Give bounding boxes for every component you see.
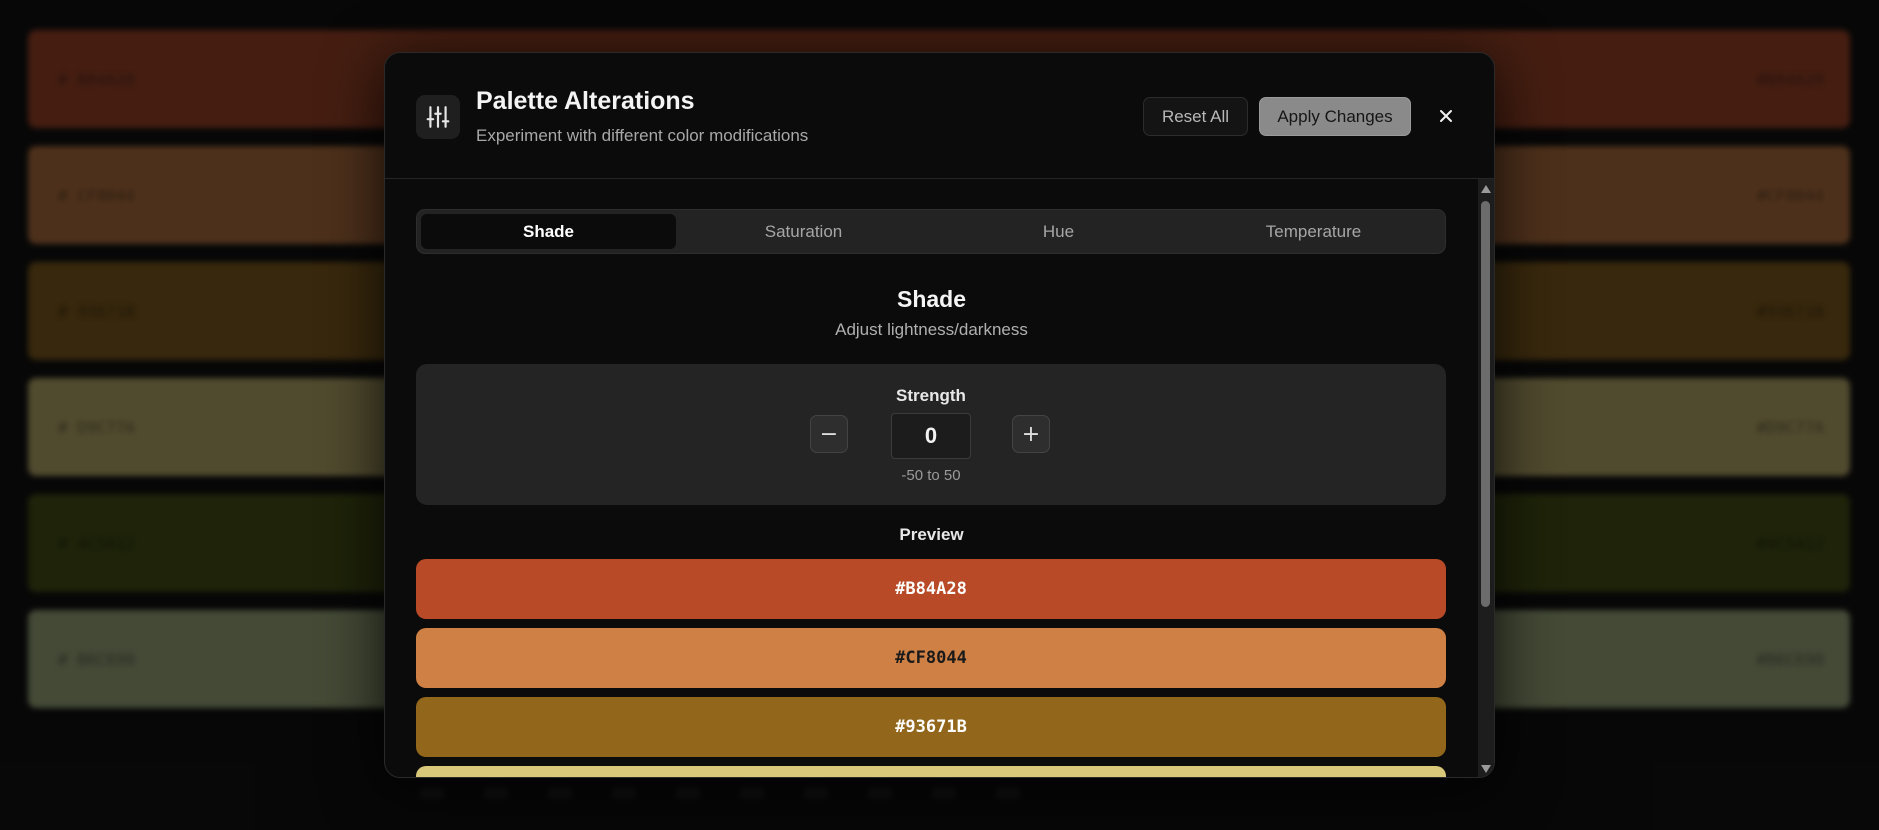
strength-range-hint: -50 to 50 [901, 467, 961, 484]
scrollbar-thumb[interactable] [1481, 201, 1490, 607]
decrease-strength-button[interactable]: − [810, 415, 848, 453]
dialog-scrollbar[interactable] [1478, 179, 1494, 777]
sliders-icon [416, 95, 460, 139]
dialog-body: Shade Saturation Hue Temperature Shade A… [385, 179, 1494, 777]
alteration-tabs: Shade Saturation Hue Temperature [416, 209, 1446, 254]
tab-hue[interactable]: Hue [931, 214, 1186, 249]
scroll-down-arrow-icon[interactable] [1481, 765, 1491, 773]
dialog-header: Palette Alterations Experiment with diff… [385, 53, 1494, 179]
dialog-title: Palette Alterations [476, 87, 695, 115]
preview-swatch[interactable]: #93671B [416, 697, 1446, 757]
tab-shade[interactable]: Shade [421, 214, 676, 249]
swatch-hex-label: #CF8044 [895, 648, 967, 668]
close-button[interactable] [1429, 99, 1463, 133]
preview-title: Preview [899, 525, 964, 544]
tab-temperature[interactable]: Temperature [1186, 214, 1441, 249]
plus-icon: + [1021, 421, 1041, 447]
strength-input[interactable] [891, 413, 971, 459]
strength-label: Strength [896, 386, 966, 405]
dialog-subtitle: Experiment with different color modifica… [476, 126, 809, 145]
scroll-up-arrow-icon[interactable] [1481, 185, 1491, 193]
tab-saturation[interactable]: Saturation [676, 214, 931, 249]
swatch-hex-label: #B84A28 [895, 579, 967, 599]
minus-icon: − [819, 421, 839, 447]
swatch-hex-label: #93671B [895, 717, 967, 737]
reset-all-button[interactable]: Reset All [1143, 97, 1248, 136]
increase-strength-button[interactable]: + [1012, 415, 1050, 453]
strength-card: Strength − + -50 to 50 [416, 364, 1446, 505]
preview-swatch[interactable]: #B84A28 [416, 559, 1446, 619]
close-icon [1440, 110, 1452, 122]
preview-swatch[interactable]: #CF8044 [416, 628, 1446, 688]
section-description: Adjust lightness/darkness [835, 320, 1028, 339]
preview-swatch[interactable]: #D9C77A [416, 766, 1446, 777]
apply-changes-button[interactable]: Apply Changes [1259, 97, 1411, 136]
section-title: Shade [896, 286, 967, 312]
palette-alterations-dialog: Palette Alterations Experiment with diff… [384, 52, 1495, 778]
preview-swatch-list: #B84A28 #CF8044 #93671B #D9C77A [416, 559, 1446, 777]
